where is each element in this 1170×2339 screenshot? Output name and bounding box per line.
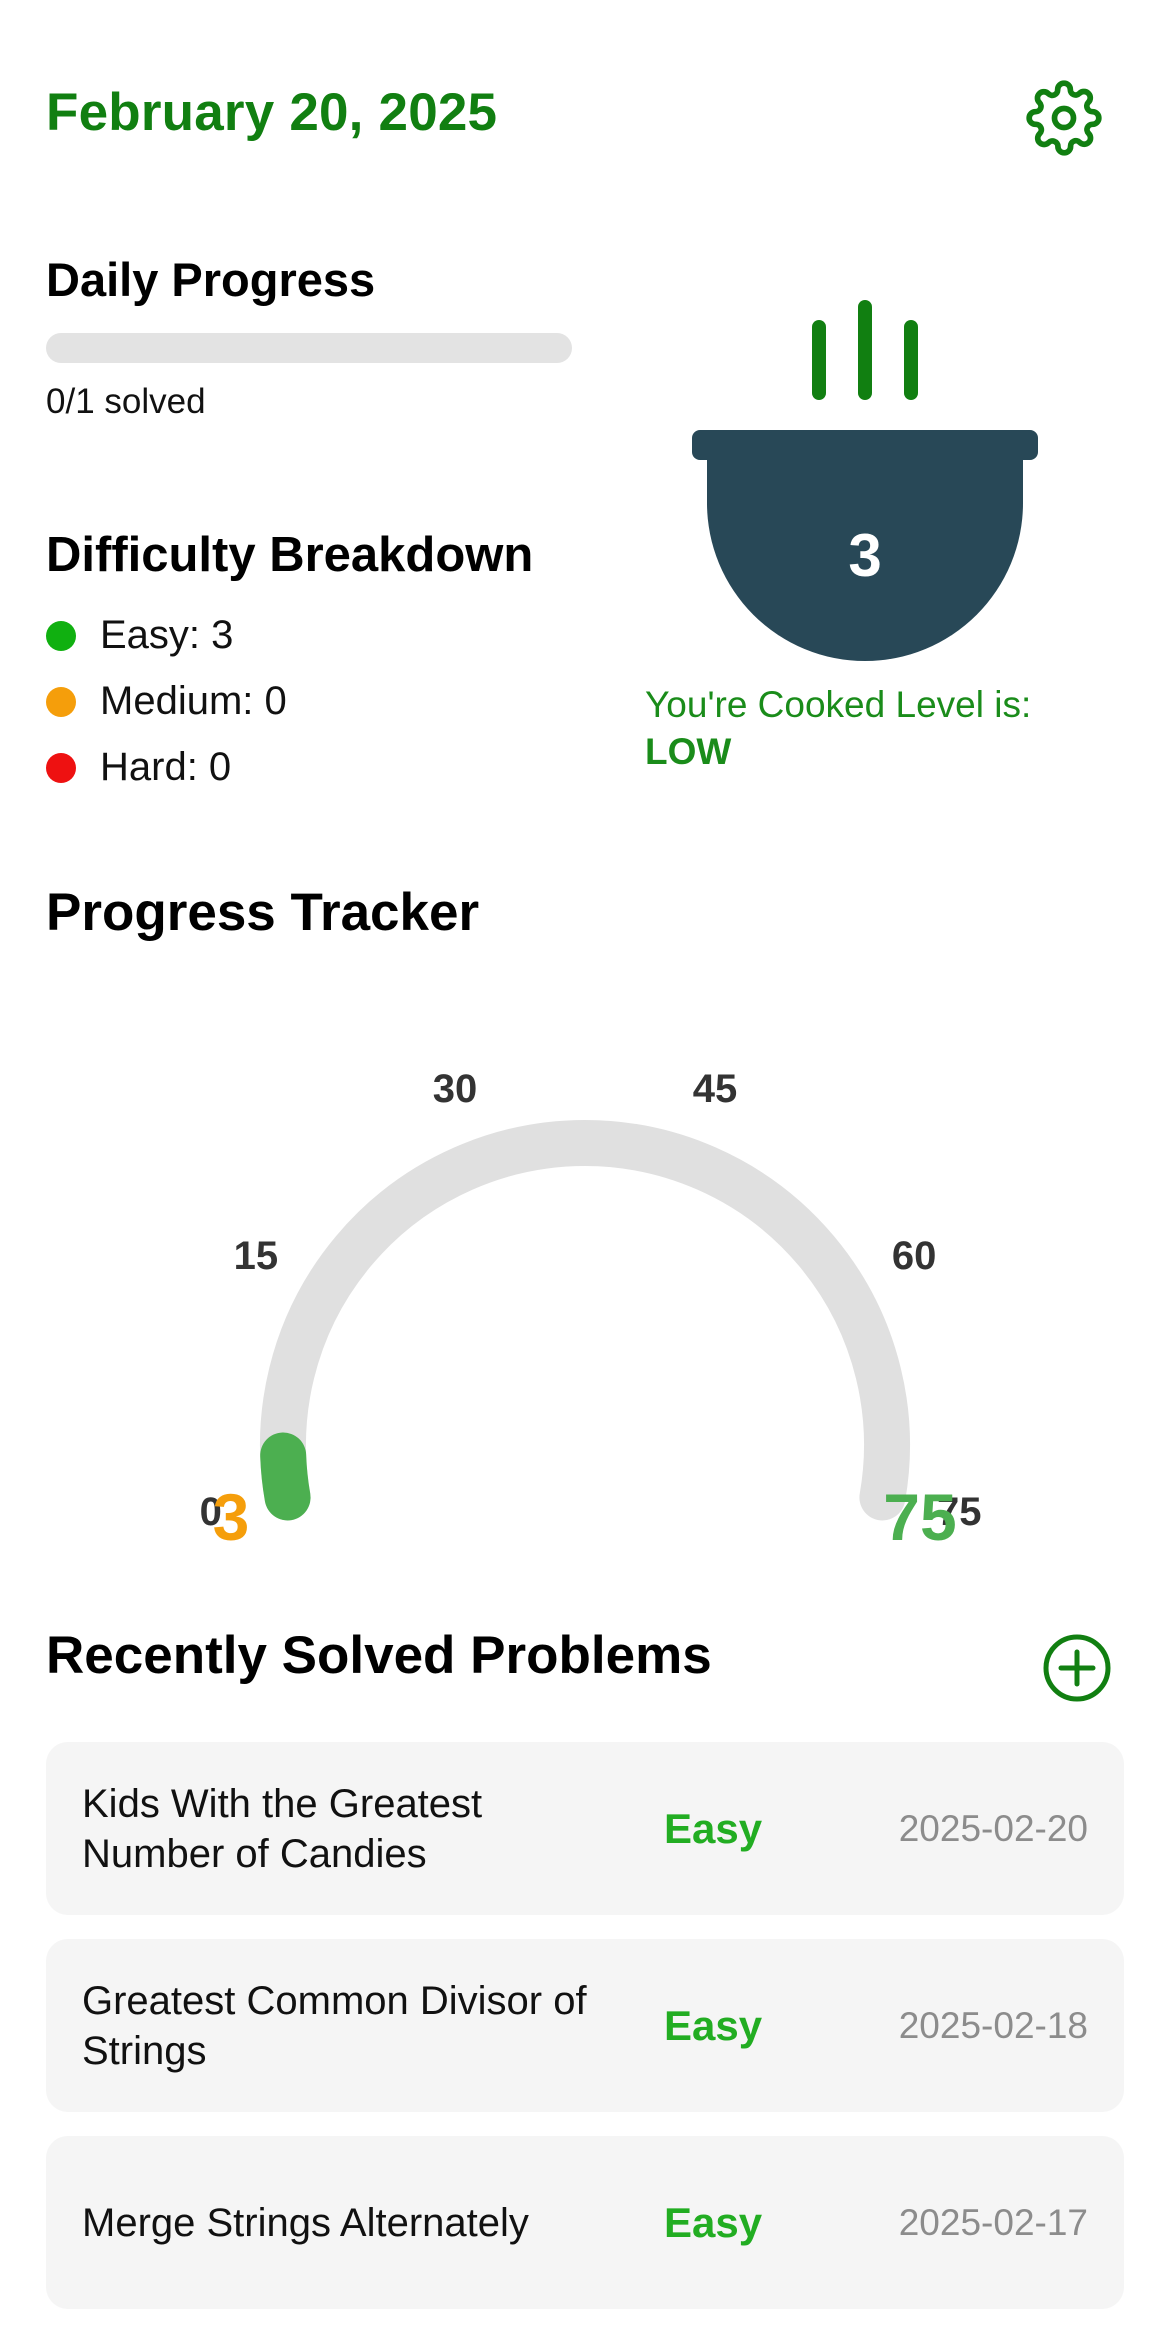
problem-difficulty: Easy <box>664 1804 763 1852</box>
easy-dot-icon <box>46 620 76 651</box>
gauge-tick-label: 45 <box>693 1067 738 1111</box>
cooked-level-value: LOW <box>645 731 732 772</box>
steam-line-icon <box>904 320 918 400</box>
pot-count: 3 <box>848 522 881 589</box>
gear-icon[interactable] <box>1026 80 1102 156</box>
progress-gauge: 01530 4560753 75 <box>200 1067 982 1554</box>
difficulty-item-hard: Hard: 0 <box>46 745 231 790</box>
daily-progress-bar <box>46 333 572 363</box>
problem-title: Merge Strings Alternately <box>82 2200 529 2245</box>
add-problem-button[interactable] <box>1042 1633 1112 1703</box>
difficulty-label: Hard: 0 <box>100 745 232 789</box>
problem-date: 2025-02-20 <box>898 1807 1088 1849</box>
difficulty-breakdown-title: Difficulty Breakdown <box>46 528 534 582</box>
gauge-tick-label: 30 <box>433 1067 478 1111</box>
problem-card[interactable]: Greatest Common Divisor of Strings Easy … <box>46 1939 1124 2112</box>
problem-difficulty: Easy <box>664 2198 763 2246</box>
difficulty-label: Easy: 3 <box>100 613 234 657</box>
gauge-current-value: 3 <box>213 1480 250 1554</box>
steam-line-icon <box>812 320 826 400</box>
gauge-goal-value: 75 <box>883 1480 956 1554</box>
cooked-level-label: You're Cooked Level is: <box>645 684 1032 725</box>
gauge-tick-label: 60 <box>892 1234 937 1278</box>
medium-dot-icon <box>46 686 76 717</box>
gauge-tick-label: 15 <box>234 1234 279 1278</box>
problem-date: 2025-02-17 <box>898 2201 1088 2243</box>
problem-card[interactable]: Kids With the Greatest Number of Candies… <box>46 1742 1124 1915</box>
difficulty-item-easy: Easy: 3 <box>46 613 233 658</box>
problem-title: Greatest Common Divisor of Strings <box>82 1978 587 2073</box>
gauge-fill <box>260 1432 311 1521</box>
progress-tracker-title: Progress Tracker <box>46 883 480 942</box>
problem-date: 2025-02-18 <box>898 2004 1088 2046</box>
daily-progress-text: 0/1 solved <box>46 382 206 421</box>
problem-difficulty: Easy <box>664 2001 763 2049</box>
difficulty-label: Medium: 0 <box>100 679 287 723</box>
cooking-pot-icon: 3 <box>692 300 1038 661</box>
hard-dot-icon <box>46 752 76 783</box>
steam-line-icon <box>858 300 872 400</box>
problem-title: Kids With the Greatest Number of Candies <box>82 1781 483 1876</box>
recent-problems-title: Recently Solved Problems <box>46 1626 712 1685</box>
page-title: February 20, 2025 <box>46 83 498 142</box>
difficulty-item-medium: Medium: 0 <box>46 679 287 724</box>
daily-progress-title: Daily Progress <box>46 253 376 306</box>
problem-card[interactable]: Merge Strings Alternately Easy 2025-02-1… <box>46 2136 1124 2309</box>
gauge-track <box>260 1120 910 1521</box>
